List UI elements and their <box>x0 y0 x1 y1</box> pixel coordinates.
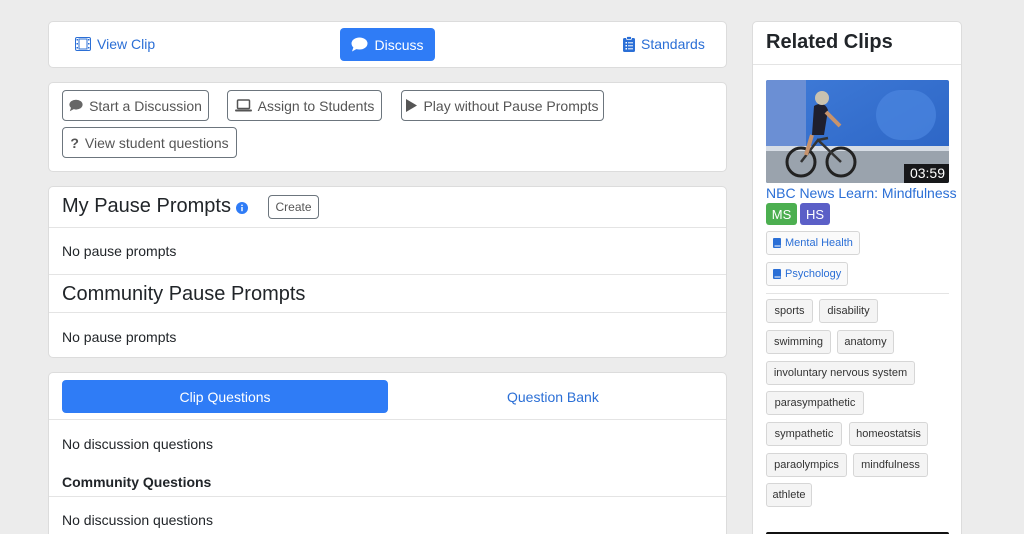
divider <box>49 274 726 275</box>
community-pause-prompts-title: Community Pause Prompts <box>62 283 306 305</box>
book-icon <box>773 238 781 248</box>
play-without-prompts-button[interactable]: Play without Pause Prompts <box>401 90 604 121</box>
related-clips-title: Related Clips <box>766 31 893 53</box>
tag-chip[interactable]: anatomy <box>837 330 894 354</box>
community-pause-prompts-empty: No pause prompts <box>62 329 177 345</box>
my-pause-prompts-title: My Pause Prompts <box>62 195 231 217</box>
start-discussion-button[interactable]: Start a Discussion <box>62 90 209 121</box>
film-icon <box>75 37 91 51</box>
play-icon <box>406 99 418 112</box>
tag-chip[interactable]: sports <box>766 299 813 323</box>
clip-duration: 03:59 <box>909 165 945 181</box>
question-icon: ? <box>70 134 79 151</box>
divider <box>49 227 726 228</box>
view-clip-label: View Clip <box>97 36 156 52</box>
start-discussion-label: Start a Discussion <box>89 97 202 114</box>
view-tabs-card: View Clip Discuss Standards <box>48 21 727 68</box>
tag-chip[interactable]: swimming <box>766 330 831 354</box>
divider <box>766 293 949 294</box>
info-icon[interactable] <box>236 202 248 214</box>
actions-card: Start a Discussion Assign to Students Pl… <box>48 82 727 172</box>
clip-questions-empty: No discussion questions <box>62 436 213 452</box>
questions-card: Clip Questions Question Bank No discussi… <box>48 372 727 534</box>
assign-students-button[interactable]: Assign to Students <box>227 90 382 121</box>
my-pause-prompts-empty: No pause prompts <box>62 243 177 259</box>
play-without-prompts-label: Play without Pause Prompts <box>423 97 599 114</box>
divider <box>49 496 726 497</box>
community-questions-empty: No discussion questions <box>62 512 213 528</box>
create-pause-prompt-button[interactable]: Create <box>268 195 319 219</box>
tag-chip[interactable]: paraolympics <box>766 453 847 477</box>
tag-chip[interactable]: disability <box>819 299 878 323</box>
tab-clip-questions[interactable]: Clip Questions <box>62 380 388 413</box>
clipboard-list-icon <box>623 36 635 52</box>
tag-chip[interactable]: sympathetic <box>766 422 842 446</box>
community-questions-heading: Community Questions <box>62 474 212 490</box>
assign-students-label: Assign to Students <box>257 97 375 114</box>
view-student-questions-button[interactable]: ? View student questions <box>62 127 237 158</box>
clip-title-link[interactable]: NBC News Learn: Mindfulness <box>766 185 957 201</box>
tag-chip[interactable]: homeostatsis <box>849 422 928 446</box>
tag-chip[interactable]: athlete <box>766 483 812 507</box>
subject-psychology[interactable]: Psychology <box>766 262 849 286</box>
subject-label: Psychology <box>785 268 842 280</box>
discuss-tab[interactable]: Discuss <box>340 28 435 61</box>
subject-label: Mental Health <box>785 237 853 249</box>
related-clips-card: Related Clips 03:59 NBC News Learn: Mind… <box>752 21 962 534</box>
clip-thumbnail[interactable]: 03:59 <box>766 80 949 183</box>
view-student-questions-label: View student questions <box>84 134 229 151</box>
tag-chip[interactable]: involuntary nervous system <box>766 361 915 385</box>
tag-chip[interactable]: parasympathetic <box>766 391 864 415</box>
divider <box>49 419 726 420</box>
tab-question-bank[interactable]: Question Bank <box>507 389 599 405</box>
book-icon <box>773 269 781 279</box>
comment-icon <box>69 99 83 112</box>
divider <box>49 312 726 313</box>
view-clip-tab[interactable]: View Clip <box>75 36 155 52</box>
subject-mental-health[interactable]: Mental Health <box>766 231 860 255</box>
tag-chip[interactable]: mindfulness <box>853 453 928 477</box>
pause-prompts-card: My Pause Prompts Create No pause prompts… <box>48 186 727 358</box>
discuss-label: Discuss <box>374 36 424 53</box>
standards-tab[interactable]: Standards <box>623 36 705 52</box>
divider <box>753 64 961 65</box>
comment-icon <box>351 37 368 52</box>
level-badge-hs: HS <box>800 203 830 225</box>
laptop-icon <box>234 99 252 112</box>
standards-label: Standards <box>641 36 705 52</box>
level-badge-ms: MS <box>766 203 797 225</box>
